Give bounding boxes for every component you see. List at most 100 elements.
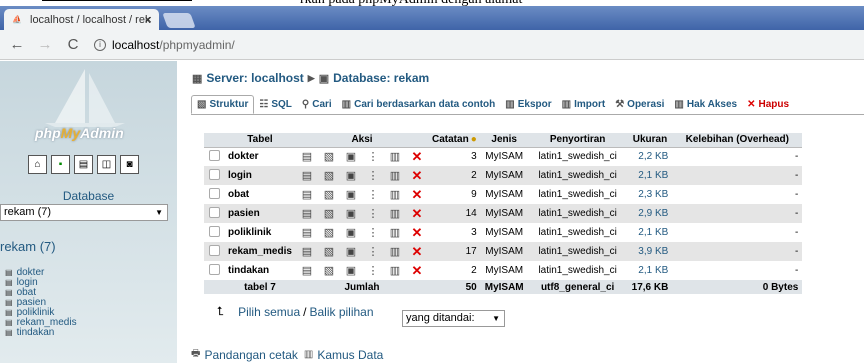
close-tab-icon[interactable]: × [144, 12, 152, 27]
tab-sql[interactable]: ☷ SQL [254, 95, 297, 114]
data-dictionary-link[interactable]: Kamus Data [317, 348, 383, 362]
insert-icon[interactable]: ⋮ [362, 204, 384, 223]
delete-icon[interactable]: ✕ [406, 223, 428, 242]
search-icon[interactable]: ▣ [340, 242, 362, 261]
table-name-link[interactable]: poliklinik [224, 223, 296, 242]
tab-hapus[interactable]: ✕ Hapus [742, 95, 794, 114]
table-name-link[interactable]: pasien [224, 204, 296, 223]
insert-icon[interactable]: ⋮ [362, 147, 384, 166]
size-link[interactable]: 2,2 KB [627, 147, 673, 166]
size-link[interactable]: 2,1 KB [627, 223, 673, 242]
structure-icon[interactable]: ▧ [318, 166, 340, 185]
browser-tab[interactable]: ⛵ localhost / localhost / rek × [4, 9, 159, 30]
header-penyortiran[interactable]: Penyortiran [527, 133, 628, 148]
header-tabel[interactable]: Tabel [224, 133, 296, 148]
empty-icon[interactable]: ▥ [384, 204, 406, 223]
tab-hak-akses[interactable]: ▥ Hak Akses [669, 95, 742, 114]
structure-icon[interactable]: ▧ [318, 261, 340, 280]
browse-icon[interactable]: ▤ [296, 166, 318, 185]
delete-icon[interactable]: ✕ [406, 185, 428, 204]
tab-cari-contoh[interactable]: ▥ Cari berdasarkan data contoh [337, 95, 501, 114]
search-icon[interactable]: ▣ [340, 166, 362, 185]
size-link[interactable]: 2,9 KB [627, 204, 673, 223]
tab-import[interactable]: ▥ Import [557, 95, 611, 114]
row-checkbox[interactable] [204, 223, 224, 242]
empty-icon[interactable]: ▥ [384, 242, 406, 261]
size-link[interactable]: 3,9 KB [627, 242, 673, 261]
structure-icon[interactable]: ▧ [318, 204, 340, 223]
tab-ekspor[interactable]: ▥ Ekspor [500, 95, 556, 114]
browse-icon[interactable]: ▤ [296, 204, 318, 223]
docs-icon[interactable]: ◫ [97, 155, 116, 174]
delete-icon[interactable]: ✕ [406, 261, 428, 280]
search-icon[interactable]: ▣ [340, 147, 362, 166]
table-name-link[interactable]: dokter [224, 147, 296, 166]
select-all-link[interactable]: Pilih semua [238, 305, 300, 319]
tab-struktur[interactable]: ▧ Struktur [191, 95, 255, 114]
delete-icon[interactable]: ✕ [406, 204, 428, 223]
insert-icon[interactable]: ⋮ [362, 223, 384, 242]
row-checkbox[interactable] [204, 261, 224, 280]
row-checkbox[interactable] [204, 185, 224, 204]
table-name-link[interactable]: tindakan [224, 261, 296, 280]
tab-cari[interactable]: ⚲ Cari [297, 95, 337, 114]
browse-icon[interactable]: ▤ [296, 223, 318, 242]
url-field[interactable]: i localhost/phpmyadmin/ [94, 38, 235, 52]
search-icon[interactable]: ▣ [340, 204, 362, 223]
structure-icon[interactable]: ▧ [318, 185, 340, 204]
back-icon[interactable]: ← [6, 36, 28, 53]
sql-query-icon[interactable]: ▤ [74, 155, 93, 174]
reload-nav-icon[interactable]: ◙ [120, 155, 139, 174]
delete-icon[interactable]: ✕ [406, 166, 428, 185]
home-icon[interactable]: ⌂ [28, 155, 47, 174]
help-icon[interactable]: ● [471, 134, 477, 145]
database-select[interactable]: rekam (7) ▼ [0, 204, 168, 221]
table-name-link[interactable]: rekam_medis [224, 242, 296, 261]
browse-icon[interactable]: ▤ [296, 261, 318, 280]
print-view-link[interactable]: Pandangan cetak [204, 348, 297, 362]
reload-icon[interactable]: C [62, 36, 84, 53]
header-jenis[interactable]: Jenis [480, 133, 528, 148]
delete-icon[interactable]: ✕ [406, 242, 428, 261]
header-ukuran[interactable]: Ukuran [627, 133, 673, 148]
empty-icon[interactable]: ▥ [384, 147, 406, 166]
row-checkbox[interactable] [204, 166, 224, 185]
structure-icon[interactable]: ▧ [318, 223, 340, 242]
delete-icon[interactable]: ✕ [406, 147, 428, 166]
size-link[interactable]: 2,1 KB [627, 166, 673, 185]
breadcrumb-server[interactable]: Server: localhost [206, 71, 303, 85]
info-icon[interactable]: i [94, 38, 106, 51]
empty-icon[interactable]: ▥ [384, 223, 406, 242]
empty-icon[interactable]: ▥ [384, 261, 406, 280]
search-icon[interactable]: ▣ [340, 223, 362, 242]
forward-icon[interactable]: → [34, 36, 56, 53]
browse-icon[interactable]: ▤ [296, 147, 318, 166]
sidebar-item-dokter[interactable]: ▤ dokter [5, 268, 77, 278]
search-icon[interactable]: ▣ [340, 185, 362, 204]
phpmyadmin-logo[interactable]: phpMyAdmin [15, 67, 155, 147]
empty-icon[interactable]: ▥ [384, 166, 406, 185]
sidebar-item-tindakan[interactable]: ▤ tindakan [5, 328, 77, 338]
size-link[interactable]: 2,1 KB [627, 261, 673, 280]
empty-icon[interactable]: ▥ [384, 185, 406, 204]
breadcrumb-database[interactable]: Database: rekam [333, 71, 429, 85]
row-checkbox[interactable] [204, 204, 224, 223]
tab-operasi[interactable]: ⚒ Operasi [610, 95, 669, 114]
browse-icon[interactable]: ▤ [296, 242, 318, 261]
insert-icon[interactable]: ⋮ [362, 261, 384, 280]
row-checkbox[interactable] [204, 147, 224, 166]
size-link[interactable]: 2,3 KB [627, 185, 673, 204]
logout-icon[interactable]: ▪ [51, 155, 70, 174]
browse-icon[interactable]: ▤ [296, 185, 318, 204]
insert-icon[interactable]: ⋮ [362, 242, 384, 261]
insert-icon[interactable]: ⋮ [362, 166, 384, 185]
search-icon[interactable]: ▣ [340, 261, 362, 280]
invert-selection-link[interactable]: Balik pilihan [309, 305, 373, 319]
sidebar-item-login[interactable]: ▤ login [5, 278, 77, 288]
insert-icon[interactable]: ⋮ [362, 185, 384, 204]
structure-icon[interactable]: ▧ [318, 147, 340, 166]
header-catatan[interactable]: Catatan ● [428, 133, 481, 148]
with-selected-select[interactable]: yang ditandai: ▼ [402, 310, 505, 327]
header-overhead[interactable]: Kelebihan (Overhead) [672, 133, 803, 148]
sidebar-db-heading[interactable]: rekam (7) [0, 239, 56, 254]
